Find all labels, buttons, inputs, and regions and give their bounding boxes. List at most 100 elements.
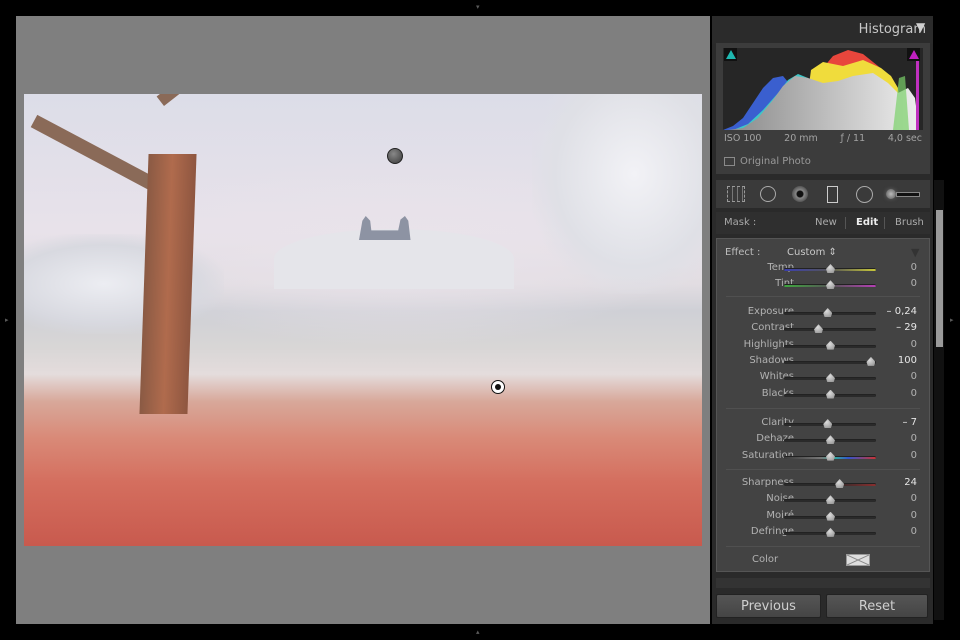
graduated-filter-icon: [826, 185, 838, 203]
slider-thumb[interactable]: [826, 451, 835, 461]
photo-foliage-left: [24, 234, 224, 334]
adjustment-brush-tool-icon[interactable]: [885, 183, 921, 205]
original-photo-label: Original Photo: [740, 156, 811, 167]
color-swatch[interactable]: [846, 554, 870, 566]
slider-value[interactable]: 0: [911, 433, 917, 444]
reset-button[interactable]: Reset: [826, 594, 928, 618]
slider-track[interactable]: [784, 264, 876, 273]
spot-removal-tool-icon[interactable]: [757, 183, 779, 205]
slider-value[interactable]: 24: [904, 477, 917, 488]
slider-thumb[interactable]: [866, 356, 876, 366]
group-divider: [726, 296, 920, 297]
mask-brush-button[interactable]: Brush: [895, 217, 924, 228]
mask-divider: [884, 217, 885, 229]
slider-saturation: Saturation 0: [716, 450, 930, 464]
slider-track[interactable]: [784, 373, 876, 383]
slider-track[interactable]: [784, 356, 876, 366]
slider-thumb[interactable]: [835, 479, 845, 488]
slider-moir: Moiré 0: [716, 510, 930, 524]
slider-thumb[interactable]: [823, 419, 833, 428]
slider-track[interactable]: [784, 340, 876, 350]
effect-preset-dropdown[interactable]: Custom ⇕: [787, 247, 837, 258]
slider-thumb[interactable]: [826, 495, 835, 505]
slider-value[interactable]: 0: [911, 450, 917, 461]
slider-thumb[interactable]: [823, 308, 833, 317]
slider-thumb[interactable]: [826, 527, 835, 537]
slider-value[interactable]: – 0,24: [887, 306, 917, 317]
aperture-value: ƒ / 11: [840, 133, 866, 144]
photo[interactable]: [24, 94, 702, 546]
highlight-clipping-toggle[interactable]: [907, 48, 920, 61]
slider-sharpness: Sharpness 24: [716, 477, 930, 491]
slider-value[interactable]: 0: [911, 339, 917, 350]
slider-value[interactable]: 0: [911, 526, 917, 537]
slider-value[interactable]: 0: [911, 371, 917, 382]
shadow-clipping-toggle[interactable]: [724, 48, 737, 61]
slider-track[interactable]: [784, 435, 876, 445]
group-divider: [726, 408, 920, 409]
slider-value[interactable]: 0: [911, 278, 917, 289]
left-panel-toggle-icon[interactable]: ▸: [5, 316, 9, 324]
slider-track[interactable]: [784, 324, 876, 334]
slider-dehaze: Dehaze 0: [716, 433, 930, 447]
slider-value[interactable]: 0: [911, 388, 917, 399]
slider-thumb[interactable]: [826, 389, 835, 399]
photo-tree-trunk: [139, 154, 197, 414]
slider-thumb[interactable]: [826, 435, 835, 445]
camera-info: ISO 100 20 mm ƒ / 11 4,0 sec: [724, 133, 922, 147]
slider-noise: Noise 0: [716, 493, 930, 507]
slider-track[interactable]: [784, 308, 876, 317]
slider-thumb[interactable]: [826, 340, 835, 350]
slider-tint: Tint0: [716, 278, 930, 292]
iso-value: ISO 100: [724, 133, 762, 144]
effect-collapse-icon[interactable]: ▼: [911, 246, 919, 259]
red-eye-tool-icon[interactable]: [789, 183, 811, 205]
mask-edit-button[interactable]: Edit: [856, 217, 878, 228]
slider-thumb[interactable]: [826, 373, 835, 383]
slider-track[interactable]: [784, 511, 876, 521]
slider-track[interactable]: [784, 280, 876, 290]
slider-track[interactable]: [784, 479, 876, 488]
slider-track[interactable]: [784, 419, 876, 428]
slider-track[interactable]: [784, 389, 876, 399]
bottom-panel-toggle-icon[interactable]: ▴: [476, 628, 480, 636]
slider-value[interactable]: 0: [911, 510, 917, 521]
radial-filter-tool-icon[interactable]: [853, 183, 875, 205]
slider-thumb[interactable]: [814, 324, 824, 334]
graduated-filter-tool-icon[interactable]: [821, 183, 843, 205]
slider-thumb[interactable]: [826, 280, 835, 290]
slider-value[interactable]: 0: [911, 493, 917, 504]
top-panel-toggle-icon[interactable]: ▾: [476, 3, 480, 11]
slider-track[interactable]: [784, 527, 876, 537]
tool-strip: [716, 180, 930, 208]
active-mask-pin[interactable]: [491, 380, 505, 394]
slider-track[interactable]: [784, 495, 876, 505]
mask-new-button[interactable]: New: [815, 217, 837, 228]
slider-value[interactable]: 0: [911, 262, 917, 273]
checkbox-icon[interactable]: [724, 157, 735, 166]
slider-value[interactable]: 100: [898, 355, 917, 366]
slider-thumb[interactable]: [826, 264, 835, 273]
slider-shadows: Shadows 100: [716, 355, 930, 369]
slider-value[interactable]: – 29: [896, 322, 917, 333]
inactive-mask-pin[interactable]: [387, 148, 403, 164]
histogram-graph: [723, 48, 923, 130]
group-divider: [726, 546, 920, 547]
radial-filter-icon: [855, 185, 873, 203]
histogram-collapse-icon[interactable]: ▼: [916, 20, 925, 34]
slider-track[interactable]: [784, 451, 876, 461]
histogram-highlight-spike: [916, 58, 919, 130]
mask-label: Mask :: [724, 217, 757, 228]
slider-clarity: Clarity – 7: [716, 417, 930, 431]
slider-defringe: Defringe 0: [716, 526, 930, 540]
slider-thumb[interactable]: [826, 511, 835, 521]
effect-label: Effect :: [725, 247, 761, 258]
scrollbar-thumb[interactable]: [936, 210, 943, 347]
right-panel-toggle-icon[interactable]: ▸: [950, 316, 954, 324]
slider-whites: Whites 0: [716, 371, 930, 385]
slider-temp: Temp 0: [716, 262, 930, 276]
slider-value[interactable]: – 7: [902, 417, 917, 428]
crop-overlay-tool-icon[interactable]: [725, 183, 747, 205]
previous-button[interactable]: Previous: [716, 594, 821, 618]
original-photo-toggle[interactable]: Original Photo: [724, 156, 811, 167]
